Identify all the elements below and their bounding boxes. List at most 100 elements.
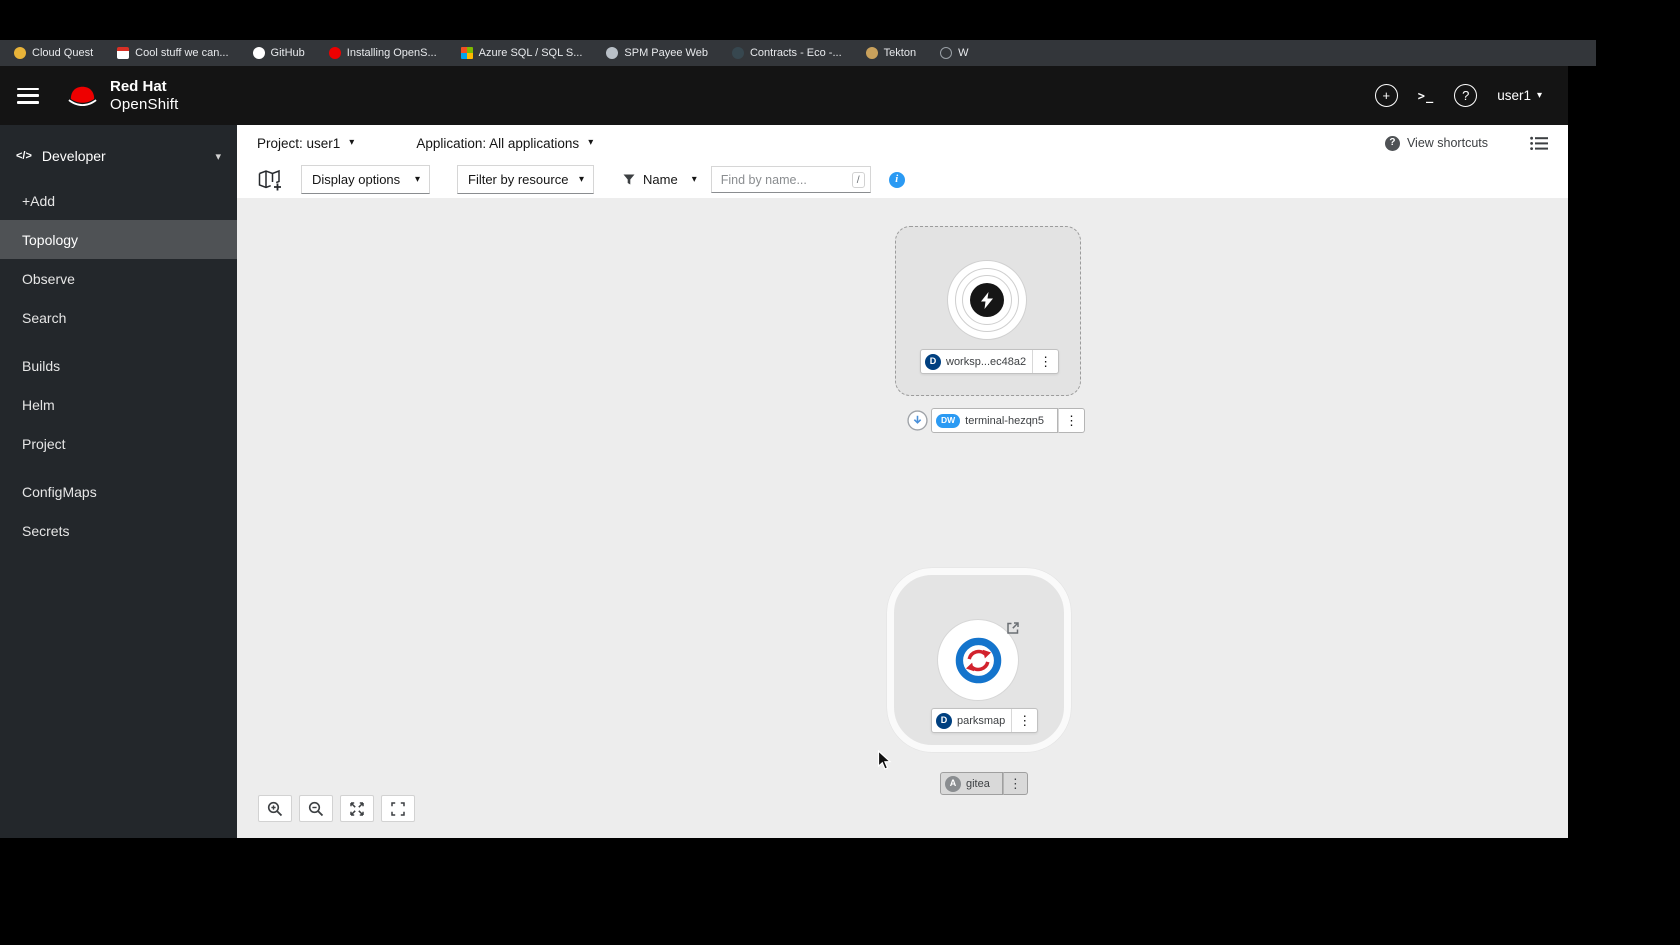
display-options-dropdown[interactable]: Display options ▾ xyxy=(301,165,430,194)
gitea-name: gitea xyxy=(966,777,990,790)
kebab-menu-button[interactable]: ⋮ xyxy=(1011,709,1037,732)
bookmark-tekton[interactable]: Tekton xyxy=(865,47,917,59)
caret-down-icon: ▾ xyxy=(215,150,221,163)
caret-down-icon: ▾ xyxy=(349,137,355,148)
code-icon: </> xyxy=(16,150,32,162)
caret-down-icon: ▾ xyxy=(588,137,594,148)
zoom-out-icon xyxy=(308,801,324,816)
context-bar: Project: user1 ▾ Application: All applic… xyxy=(237,125,1568,162)
workspace-node[interactable] xyxy=(947,260,1027,340)
sidebar-item-add[interactable]: +Add xyxy=(0,181,237,220)
redhat-hat-icon xyxy=(65,83,100,109)
kebab-menu-button[interactable]: ⋮ xyxy=(1032,350,1058,373)
name-filter-label: Name xyxy=(643,172,678,187)
sidebar-item-observe[interactable]: Observe xyxy=(0,259,237,298)
bookmark-w[interactable]: W xyxy=(940,47,968,59)
perspective-switcher[interactable]: </> Developer ▾ xyxy=(0,131,237,181)
help-button[interactable]: ? xyxy=(1454,84,1478,107)
list-view-toggle[interactable] xyxy=(1530,136,1548,151)
sidebar-item-configmaps[interactable]: ConfigMaps xyxy=(0,472,237,511)
bookmark-spm-payee-web[interactable]: SPM Payee Web xyxy=(606,47,708,59)
user-menu[interactable]: user1 ▾ xyxy=(1497,88,1542,103)
bookmark-cool-stuff[interactable]: Cool stuff we can... xyxy=(117,47,229,59)
caret-down-icon: ▾ xyxy=(578,173,584,185)
brand-line2: OpenShift xyxy=(110,95,179,113)
topology-canvas[interactable]: D worksp...ec48a2 ⋮ DW terminal-hezqn5 ⋮ xyxy=(237,198,1568,838)
parksmap-name: parksmap xyxy=(957,714,1006,727)
view-shortcuts-button[interactable]: ? View shortcuts xyxy=(1384,135,1488,151)
bookmark-installing-openshift[interactable]: Installing OpenS... xyxy=(328,47,437,59)
bookmark-label: SPM Payee Web xyxy=(624,47,708,59)
perspective-label: Developer xyxy=(41,148,106,164)
external-link-icon[interactable] xyxy=(1006,621,1020,635)
parksmap-node-label[interactable]: D parksmap ⋮ xyxy=(931,708,1039,733)
fit-to-screen-button[interactable] xyxy=(340,795,374,822)
mouse-cursor xyxy=(877,749,892,776)
sidebar-item-topology[interactable]: Topology xyxy=(0,220,237,259)
kebab-menu-button[interactable]: ⋮ xyxy=(1058,408,1086,433)
caret-down-icon: ▾ xyxy=(1536,89,1542,101)
filter-by-resource-label: Filter by resource xyxy=(468,172,569,187)
caret-down-icon: ▾ xyxy=(691,173,697,185)
view-shortcuts-label: View shortcuts xyxy=(1406,136,1488,150)
gitea-node-label[interactable]: A gitea xyxy=(940,772,1003,795)
favicon-microsoft-icon xyxy=(460,47,473,59)
favicon-cloud-quest-icon xyxy=(14,47,26,59)
question-icon: ? xyxy=(1384,135,1400,151)
sidebar-item-project[interactable]: Project xyxy=(0,424,237,463)
map-plus-icon xyxy=(258,169,281,190)
topology-toolbar: Display options ▾ Filter by resource ▾ N… xyxy=(237,161,1568,199)
kebab-menu-button[interactable]: ⋮ xyxy=(1002,772,1028,795)
terminal-decorator-icon[interactable] xyxy=(907,410,928,431)
display-options-label: Display options xyxy=(312,172,401,187)
quick-search-button[interactable] xyxy=(258,169,283,191)
gitea-node[interactable]: A gitea ⋮ xyxy=(940,772,1028,795)
bookmark-azure-sql[interactable]: Azure SQL / SQL S... xyxy=(460,47,582,59)
filter-icon xyxy=(623,174,635,185)
reset-view-button[interactable] xyxy=(381,795,415,822)
web-terminal-button[interactable]: >_ xyxy=(1418,89,1434,103)
terminal-node-label[interactable]: DW terminal-hezqn5 xyxy=(931,408,1059,433)
sidebar-item-helm[interactable]: Helm xyxy=(0,385,237,424)
expand-arrows-icon xyxy=(350,801,364,816)
favicon-spm-icon xyxy=(606,47,619,59)
find-by-name-input[interactable] xyxy=(710,166,871,193)
bookmark-label: Cool stuff we can... xyxy=(135,47,229,59)
bookmark-label: Tekton xyxy=(883,47,917,59)
bookmark-cloud-quest[interactable]: Cloud Quest xyxy=(14,47,93,59)
zoom-in-icon xyxy=(267,801,283,816)
zoom-in-button[interactable] xyxy=(258,795,292,822)
parksmap-icon xyxy=(955,637,1001,683)
resource-badge-deployment: D xyxy=(925,353,941,370)
browser-bookmarks-bar: Cloud Quest Cool stuff we can... GitHub … xyxy=(0,40,1596,66)
hamburger-menu-button[interactable] xyxy=(17,87,39,104)
lightning-bolt-icon xyxy=(980,291,993,309)
bookmark-label: Contracts - Eco -... xyxy=(749,47,842,59)
favicon-globe-icon xyxy=(940,47,953,59)
zoom-out-button[interactable] xyxy=(299,795,333,822)
bookmark-contracts[interactable]: Contracts - Eco -... xyxy=(731,47,842,59)
fullscreen-icon xyxy=(391,801,405,816)
filter-by-resource-dropdown[interactable]: Filter by resource ▾ xyxy=(457,165,594,194)
name-filter-dropdown[interactable]: Name ▾ xyxy=(623,172,697,187)
caret-down-icon: ▾ xyxy=(414,173,420,185)
terminal-icon: >_ xyxy=(1417,88,1435,103)
sidebar-item-search[interactable]: Search xyxy=(0,298,237,337)
terminal-node[interactable]: DW terminal-hezqn5 ⋮ xyxy=(907,408,1086,433)
bookmark-github[interactable]: GitHub xyxy=(252,47,305,59)
bookmark-label: Cloud Quest xyxy=(32,47,94,59)
resource-badge-deployment: D xyxy=(936,712,952,729)
sidebar-item-secrets[interactable]: Secrets xyxy=(0,511,237,550)
workspace-node-label[interactable]: D worksp...ec48a2 ⋮ xyxy=(920,349,1060,374)
info-icon[interactable]: i xyxy=(888,171,905,188)
plus-icon: + xyxy=(1382,88,1391,103)
application-label: Application: All applications xyxy=(416,135,580,151)
sidebar-item-builds[interactable]: Builds xyxy=(0,346,237,385)
terminal-name: terminal-hezqn5 xyxy=(965,414,1045,427)
redhat-openshift-logo[interactable]: Red Hat OpenShift xyxy=(65,78,179,113)
application-selector[interactable]: Application: All applications ▾ xyxy=(416,136,593,151)
add-button[interactable]: + xyxy=(1374,84,1398,107)
question-icon: ? xyxy=(1462,88,1470,103)
project-selector[interactable]: Project: user1 ▾ xyxy=(257,136,354,151)
brand-line1: Red Hat xyxy=(110,78,167,96)
